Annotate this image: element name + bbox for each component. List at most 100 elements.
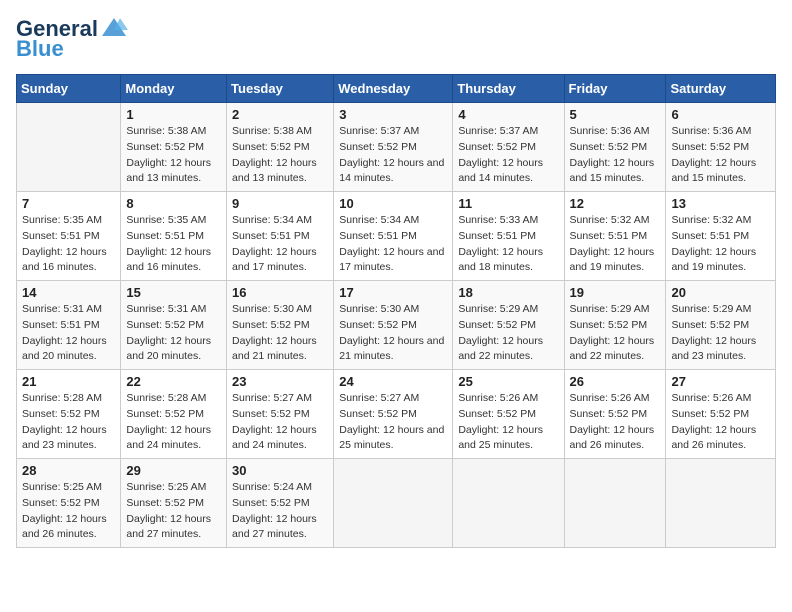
day-number: 13 [671, 196, 770, 211]
day-info: Sunrise: 5:32 AM Sunset: 5:51 PM Dayligh… [570, 213, 661, 276]
day-info: Sunrise: 5:34 AM Sunset: 5:51 PM Dayligh… [232, 213, 328, 276]
column-header-monday: Monday [121, 75, 227, 103]
day-cell: 16 Sunrise: 5:30 AM Sunset: 5:52 PM Dayl… [227, 281, 334, 370]
day-cell: 17 Sunrise: 5:30 AM Sunset: 5:52 PM Dayl… [334, 281, 453, 370]
day-cell: 21 Sunrise: 5:28 AM Sunset: 5:52 PM Dayl… [17, 370, 121, 459]
day-number: 20 [671, 285, 770, 300]
day-info: Sunrise: 5:38 AM Sunset: 5:52 PM Dayligh… [126, 124, 221, 187]
day-info: Sunrise: 5:38 AM Sunset: 5:52 PM Dayligh… [232, 124, 328, 187]
day-cell: 25 Sunrise: 5:26 AM Sunset: 5:52 PM Dayl… [453, 370, 564, 459]
day-cell: 7 Sunrise: 5:35 AM Sunset: 5:51 PM Dayli… [17, 192, 121, 281]
day-number: 7 [22, 196, 115, 211]
day-info: Sunrise: 5:28 AM Sunset: 5:52 PM Dayligh… [22, 391, 115, 454]
column-header-thursday: Thursday [453, 75, 564, 103]
day-number: 15 [126, 285, 221, 300]
page-header: General Blue [16, 16, 776, 62]
day-cell: 18 Sunrise: 5:29 AM Sunset: 5:52 PM Dayl… [453, 281, 564, 370]
day-number: 18 [458, 285, 558, 300]
day-cell: 23 Sunrise: 5:27 AM Sunset: 5:52 PM Dayl… [227, 370, 334, 459]
day-number: 1 [126, 107, 221, 122]
day-cell [17, 103, 121, 192]
day-number: 19 [570, 285, 661, 300]
day-info: Sunrise: 5:26 AM Sunset: 5:52 PM Dayligh… [570, 391, 661, 454]
week-row-2: 7 Sunrise: 5:35 AM Sunset: 5:51 PM Dayli… [17, 192, 776, 281]
calendar-body: 1 Sunrise: 5:38 AM Sunset: 5:52 PM Dayli… [17, 103, 776, 548]
day-number: 16 [232, 285, 328, 300]
day-cell [564, 459, 666, 548]
day-info: Sunrise: 5:31 AM Sunset: 5:52 PM Dayligh… [126, 302, 221, 365]
day-info: Sunrise: 5:35 AM Sunset: 5:51 PM Dayligh… [22, 213, 115, 276]
week-row-4: 21 Sunrise: 5:28 AM Sunset: 5:52 PM Dayl… [17, 370, 776, 459]
day-info: Sunrise: 5:34 AM Sunset: 5:51 PM Dayligh… [339, 213, 447, 276]
day-info: Sunrise: 5:33 AM Sunset: 5:51 PM Dayligh… [458, 213, 558, 276]
day-number: 26 [570, 374, 661, 389]
week-row-3: 14 Sunrise: 5:31 AM Sunset: 5:51 PM Dayl… [17, 281, 776, 370]
day-info: Sunrise: 5:30 AM Sunset: 5:52 PM Dayligh… [339, 302, 447, 365]
day-cell: 13 Sunrise: 5:32 AM Sunset: 5:51 PM Dayl… [666, 192, 776, 281]
day-number: 29 [126, 463, 221, 478]
day-number: 6 [671, 107, 770, 122]
day-cell [334, 459, 453, 548]
day-number: 30 [232, 463, 328, 478]
day-number: 22 [126, 374, 221, 389]
day-number: 14 [22, 285, 115, 300]
calendar-table: SundayMondayTuesdayWednesdayThursdayFrid… [16, 74, 776, 548]
day-info: Sunrise: 5:27 AM Sunset: 5:52 PM Dayligh… [232, 391, 328, 454]
day-cell: 3 Sunrise: 5:37 AM Sunset: 5:52 PM Dayli… [334, 103, 453, 192]
day-cell: 6 Sunrise: 5:36 AM Sunset: 5:52 PM Dayli… [666, 103, 776, 192]
day-cell: 1 Sunrise: 5:38 AM Sunset: 5:52 PM Dayli… [121, 103, 227, 192]
day-info: Sunrise: 5:24 AM Sunset: 5:52 PM Dayligh… [232, 480, 328, 543]
day-cell [453, 459, 564, 548]
day-cell: 22 Sunrise: 5:28 AM Sunset: 5:52 PM Dayl… [121, 370, 227, 459]
day-cell: 4 Sunrise: 5:37 AM Sunset: 5:52 PM Dayli… [453, 103, 564, 192]
day-cell: 11 Sunrise: 5:33 AM Sunset: 5:51 PM Dayl… [453, 192, 564, 281]
day-cell: 24 Sunrise: 5:27 AM Sunset: 5:52 PM Dayl… [334, 370, 453, 459]
day-info: Sunrise: 5:27 AM Sunset: 5:52 PM Dayligh… [339, 391, 447, 454]
day-info: Sunrise: 5:37 AM Sunset: 5:52 PM Dayligh… [458, 124, 558, 187]
day-cell [666, 459, 776, 548]
day-info: Sunrise: 5:37 AM Sunset: 5:52 PM Dayligh… [339, 124, 447, 187]
day-cell: 29 Sunrise: 5:25 AM Sunset: 5:52 PM Dayl… [121, 459, 227, 548]
day-number: 4 [458, 107, 558, 122]
day-info: Sunrise: 5:29 AM Sunset: 5:52 PM Dayligh… [671, 302, 770, 365]
day-number: 9 [232, 196, 328, 211]
day-info: Sunrise: 5:26 AM Sunset: 5:52 PM Dayligh… [458, 391, 558, 454]
day-info: Sunrise: 5:29 AM Sunset: 5:52 PM Dayligh… [458, 302, 558, 365]
day-info: Sunrise: 5:25 AM Sunset: 5:52 PM Dayligh… [22, 480, 115, 543]
day-cell: 10 Sunrise: 5:34 AM Sunset: 5:51 PM Dayl… [334, 192, 453, 281]
day-info: Sunrise: 5:25 AM Sunset: 5:52 PM Dayligh… [126, 480, 221, 543]
day-cell: 14 Sunrise: 5:31 AM Sunset: 5:51 PM Dayl… [17, 281, 121, 370]
day-info: Sunrise: 5:36 AM Sunset: 5:52 PM Dayligh… [671, 124, 770, 187]
day-number: 21 [22, 374, 115, 389]
day-info: Sunrise: 5:28 AM Sunset: 5:52 PM Dayligh… [126, 391, 221, 454]
day-cell: 30 Sunrise: 5:24 AM Sunset: 5:52 PM Dayl… [227, 459, 334, 548]
day-info: Sunrise: 5:35 AM Sunset: 5:51 PM Dayligh… [126, 213, 221, 276]
day-cell: 15 Sunrise: 5:31 AM Sunset: 5:52 PM Dayl… [121, 281, 227, 370]
week-row-5: 28 Sunrise: 5:25 AM Sunset: 5:52 PM Dayl… [17, 459, 776, 548]
day-cell: 5 Sunrise: 5:36 AM Sunset: 5:52 PM Dayli… [564, 103, 666, 192]
day-number: 3 [339, 107, 447, 122]
column-header-friday: Friday [564, 75, 666, 103]
column-header-tuesday: Tuesday [227, 75, 334, 103]
day-cell: 2 Sunrise: 5:38 AM Sunset: 5:52 PM Dayli… [227, 103, 334, 192]
column-header-sunday: Sunday [17, 75, 121, 103]
calendar-header: SundayMondayTuesdayWednesdayThursdayFrid… [17, 75, 776, 103]
day-number: 5 [570, 107, 661, 122]
header-row: SundayMondayTuesdayWednesdayThursdayFrid… [17, 75, 776, 103]
day-cell: 19 Sunrise: 5:29 AM Sunset: 5:52 PM Dayl… [564, 281, 666, 370]
day-info: Sunrise: 5:26 AM Sunset: 5:52 PM Dayligh… [671, 391, 770, 454]
logo-icon [100, 16, 128, 38]
day-cell: 27 Sunrise: 5:26 AM Sunset: 5:52 PM Dayl… [666, 370, 776, 459]
day-number: 12 [570, 196, 661, 211]
day-number: 17 [339, 285, 447, 300]
column-header-wednesday: Wednesday [334, 75, 453, 103]
day-cell: 12 Sunrise: 5:32 AM Sunset: 5:51 PM Dayl… [564, 192, 666, 281]
day-number: 27 [671, 374, 770, 389]
day-cell: 26 Sunrise: 5:26 AM Sunset: 5:52 PM Dayl… [564, 370, 666, 459]
column-header-saturday: Saturday [666, 75, 776, 103]
week-row-1: 1 Sunrise: 5:38 AM Sunset: 5:52 PM Dayli… [17, 103, 776, 192]
day-info: Sunrise: 5:31 AM Sunset: 5:51 PM Dayligh… [22, 302, 115, 365]
day-info: Sunrise: 5:32 AM Sunset: 5:51 PM Dayligh… [671, 213, 770, 276]
logo-blue: Blue [16, 36, 64, 62]
day-info: Sunrise: 5:29 AM Sunset: 5:52 PM Dayligh… [570, 302, 661, 365]
